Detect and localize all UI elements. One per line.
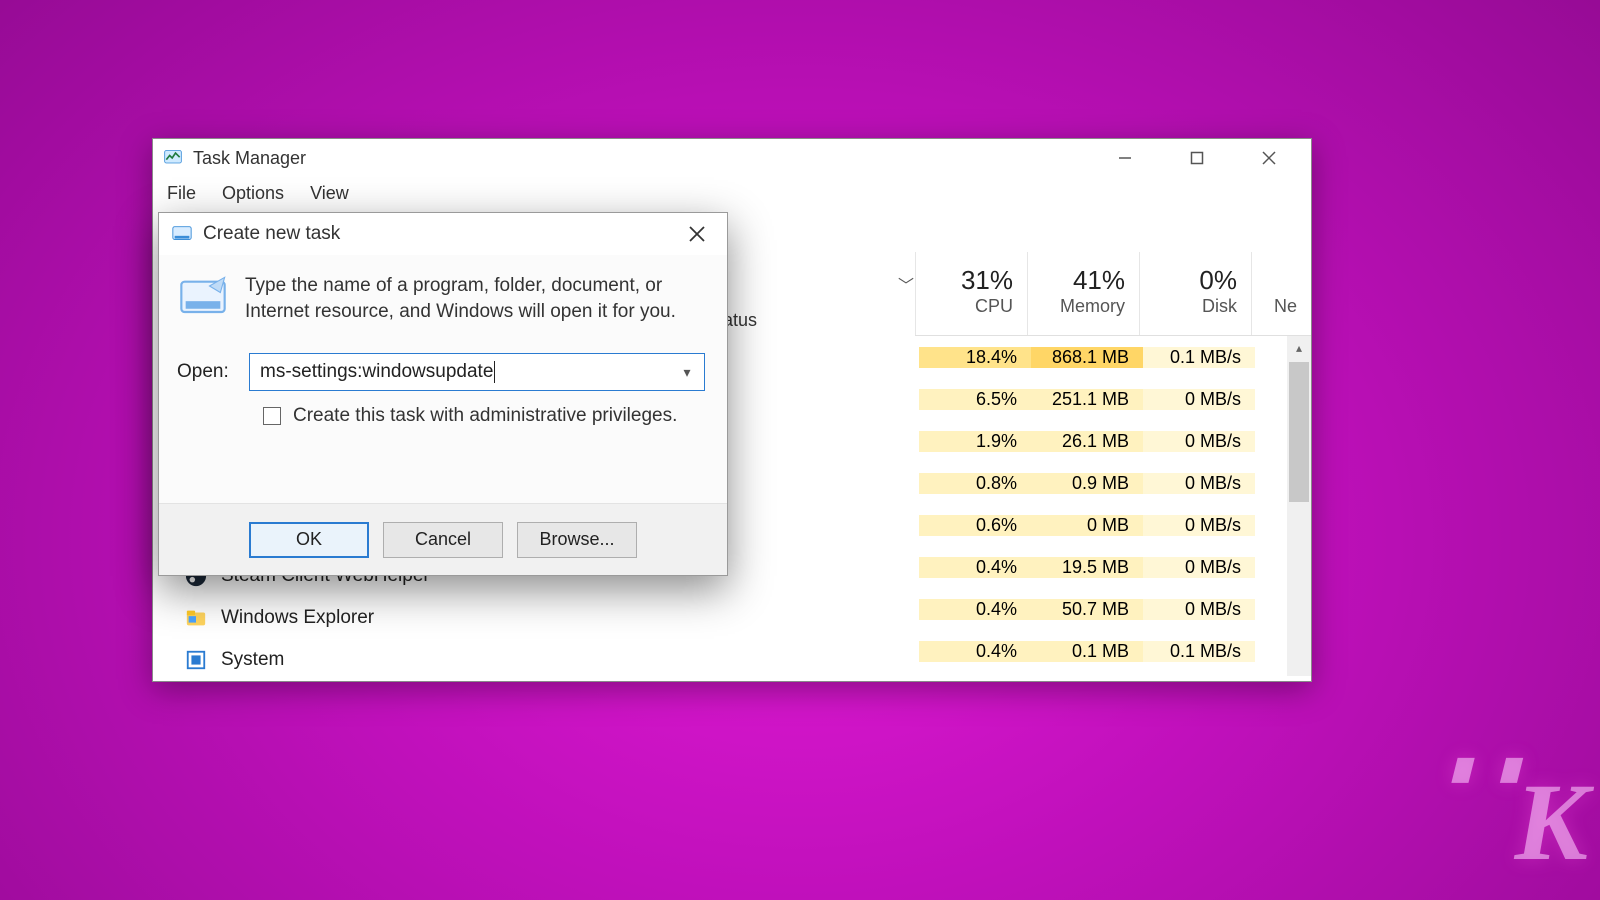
vertical-scrollbar[interactable]: ▴ [1287, 336, 1311, 676]
table-row[interactable]: 1.9% 26.1 MB 0 MB/s [919, 420, 1283, 462]
mem-cell: 19.5 MB [1031, 557, 1143, 578]
mem-cell: 26.1 MB [1031, 431, 1143, 452]
disk-cell: 0 MB/s [1143, 515, 1255, 536]
disk-label: Disk [1202, 296, 1237, 317]
text-caret [494, 361, 495, 383]
cpu-percent: 31% [961, 265, 1013, 296]
minimize-button[interactable] [1089, 139, 1161, 177]
mem-cell: 251.1 MB [1031, 389, 1143, 410]
maximize-button[interactable] [1161, 139, 1233, 177]
cpu-label: CPU [975, 296, 1013, 317]
cpu-cell: 0.8% [919, 473, 1031, 494]
dialog-footer: OK Cancel Browse... [159, 503, 727, 575]
cpu-cell: 0.4% [919, 641, 1031, 662]
admin-checkbox[interactable] [263, 407, 281, 425]
cpu-cell: 6.5% [919, 389, 1031, 410]
mem-cell: 50.7 MB [1031, 599, 1143, 620]
menu-view[interactable]: View [306, 181, 353, 206]
column-header-status-fragment: atus [723, 310, 757, 331]
disk-cell: 0 MB/s [1143, 389, 1255, 410]
open-label: Open: [177, 361, 233, 383]
process-name: System [221, 649, 284, 671]
close-button[interactable] [1233, 139, 1305, 177]
disk-percent: 0% [1199, 265, 1237, 296]
disk-cell: 0.1 MB/s [1143, 641, 1255, 662]
disk-cell: 0.1 MB/s [1143, 347, 1255, 368]
cpu-cell: 0.4% [919, 599, 1031, 620]
disk-cell: 0 MB/s [1143, 473, 1255, 494]
dialog-title-bar[interactable]: Create new task [159, 213, 727, 255]
disk-cell: 0 MB/s [1143, 557, 1255, 578]
process-row-system[interactable]: System [185, 646, 430, 674]
column-cpu[interactable]: ﹀ 31% CPU [915, 252, 1027, 335]
dialog-title: Create new task [203, 223, 340, 245]
admin-checkbox-label: Create this task with administrative pri… [293, 405, 677, 427]
window-title: Task Manager [193, 148, 306, 169]
process-name: Windows Explorer [221, 607, 374, 629]
menu-file[interactable]: File [163, 181, 200, 206]
cpu-cell: 1.9% [919, 431, 1031, 452]
watermark-logo: ▘▝K [1449, 759, 1582, 886]
create-new-task-dialog: Create new task Type the name of a progr… [158, 212, 728, 576]
title-bar[interactable]: Task Manager [153, 139, 1311, 177]
scroll-up-icon[interactable]: ▴ [1287, 336, 1311, 360]
network-label: Ne [1274, 296, 1297, 317]
resource-rows: 18.4% 868.1 MB 0.1 MB/s 6.5% 251.1 MB 0 … [919, 336, 1283, 672]
chevron-down-icon[interactable]: ﹀ [898, 272, 914, 296]
table-row[interactable]: 18.4% 868.1 MB 0.1 MB/s [919, 336, 1283, 378]
memory-label: Memory [1060, 296, 1125, 317]
explorer-icon [185, 607, 207, 629]
disk-cell: 0 MB/s [1143, 599, 1255, 620]
table-row[interactable]: 0.4% 19.5 MB 0 MB/s [919, 546, 1283, 588]
system-icon [185, 649, 207, 671]
cpu-cell: 0.4% [919, 557, 1031, 578]
table-row[interactable]: 0.6% 0 MB 0 MB/s [919, 504, 1283, 546]
disk-cell: 0 MB/s [1143, 431, 1255, 452]
column-disk[interactable]: 0% Disk [1139, 252, 1251, 335]
dialog-message: Type the name of a program, folder, docu… [245, 273, 705, 325]
table-row[interactable]: 6.5% 251.1 MB 0 MB/s [919, 378, 1283, 420]
mem-cell: 0.9 MB [1031, 473, 1143, 494]
network-percent [1290, 265, 1297, 296]
table-row[interactable]: 0.4% 0.1 MB 0.1 MB/s [919, 630, 1283, 672]
ok-button[interactable]: OK [249, 522, 369, 558]
process-row-explorer[interactable]: Windows Explorer [185, 604, 430, 632]
cpu-cell: 0.6% [919, 515, 1031, 536]
menu-options[interactable]: Options [218, 181, 288, 206]
process-list: Steam Client WebHelper Windows Explorer … [185, 562, 430, 674]
cancel-button[interactable]: Cancel [383, 522, 503, 558]
table-row[interactable]: 0.4% 50.7 MB 0 MB/s [919, 588, 1283, 630]
cpu-cell: 18.4% [919, 347, 1031, 368]
run-icon [171, 223, 193, 245]
dialog-close-button[interactable] [675, 219, 719, 249]
menu-bar: File Options View [153, 177, 1311, 214]
mem-cell: 868.1 MB [1031, 347, 1143, 368]
run-large-icon [177, 273, 229, 325]
open-value: ms-settings:windowsupdate [260, 361, 493, 383]
scrollbar-thumb[interactable] [1289, 362, 1309, 502]
mem-cell: 0 MB [1031, 515, 1143, 536]
column-headers: ﹀ 31% CPU 41% Memory 0% Disk Ne [915, 252, 1311, 336]
browse-button[interactable]: Browse... [517, 522, 637, 558]
memory-percent: 41% [1073, 265, 1125, 296]
column-network[interactable]: Ne [1251, 252, 1311, 335]
table-row[interactable]: 0.8% 0.9 MB 0 MB/s [919, 462, 1283, 504]
task-manager-icon [163, 148, 183, 168]
chevron-down-icon[interactable]: ▾ [676, 354, 698, 390]
open-combobox[interactable]: ms-settings:windowsupdate ▾ [249, 353, 705, 391]
column-memory[interactable]: 41% Memory [1027, 252, 1139, 335]
mem-cell: 0.1 MB [1031, 641, 1143, 662]
